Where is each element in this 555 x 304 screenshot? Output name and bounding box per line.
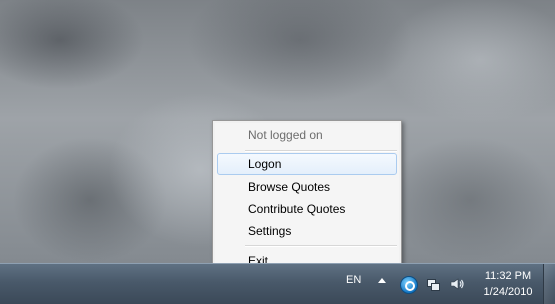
- menu-item-browse-quotes[interactable]: Browse Quotes: [217, 176, 397, 198]
- clock-time: 11:32 PM: [484, 270, 532, 282]
- menu-separator: [245, 245, 397, 247]
- language-indicator[interactable]: EN: [346, 274, 361, 286]
- menu-item-settings[interactable]: Settings: [217, 220, 397, 242]
- show-hidden-icons-arrow-icon[interactable]: [378, 278, 386, 283]
- taskbar-clock[interactable]: 11:32 PM 1/24/2010: [474, 268, 542, 300]
- network-icon[interactable]: [425, 276, 441, 292]
- tray-context-menu: Not logged on Logon Browse Quotes Contri…: [212, 120, 402, 275]
- menu-item-contribute-quotes[interactable]: Contribute Quotes: [217, 198, 397, 220]
- taskbar: EN 11:32 PM 1/24/2010: [0, 263, 555, 304]
- menu-separator: [245, 150, 397, 152]
- clock-date: 1/24/2010: [483, 286, 533, 298]
- show-desktop-button[interactable]: [543, 264, 555, 304]
- quotes-app-tray-icon[interactable]: [400, 276, 418, 294]
- menu-body: Not logged on Logon Browse Quotes Contri…: [215, 123, 399, 272]
- volume-icon[interactable]: [449, 276, 465, 292]
- menu-status-not-logged-on: Not logged on: [248, 128, 323, 142]
- menu-item-logon[interactable]: Logon: [217, 153, 397, 175]
